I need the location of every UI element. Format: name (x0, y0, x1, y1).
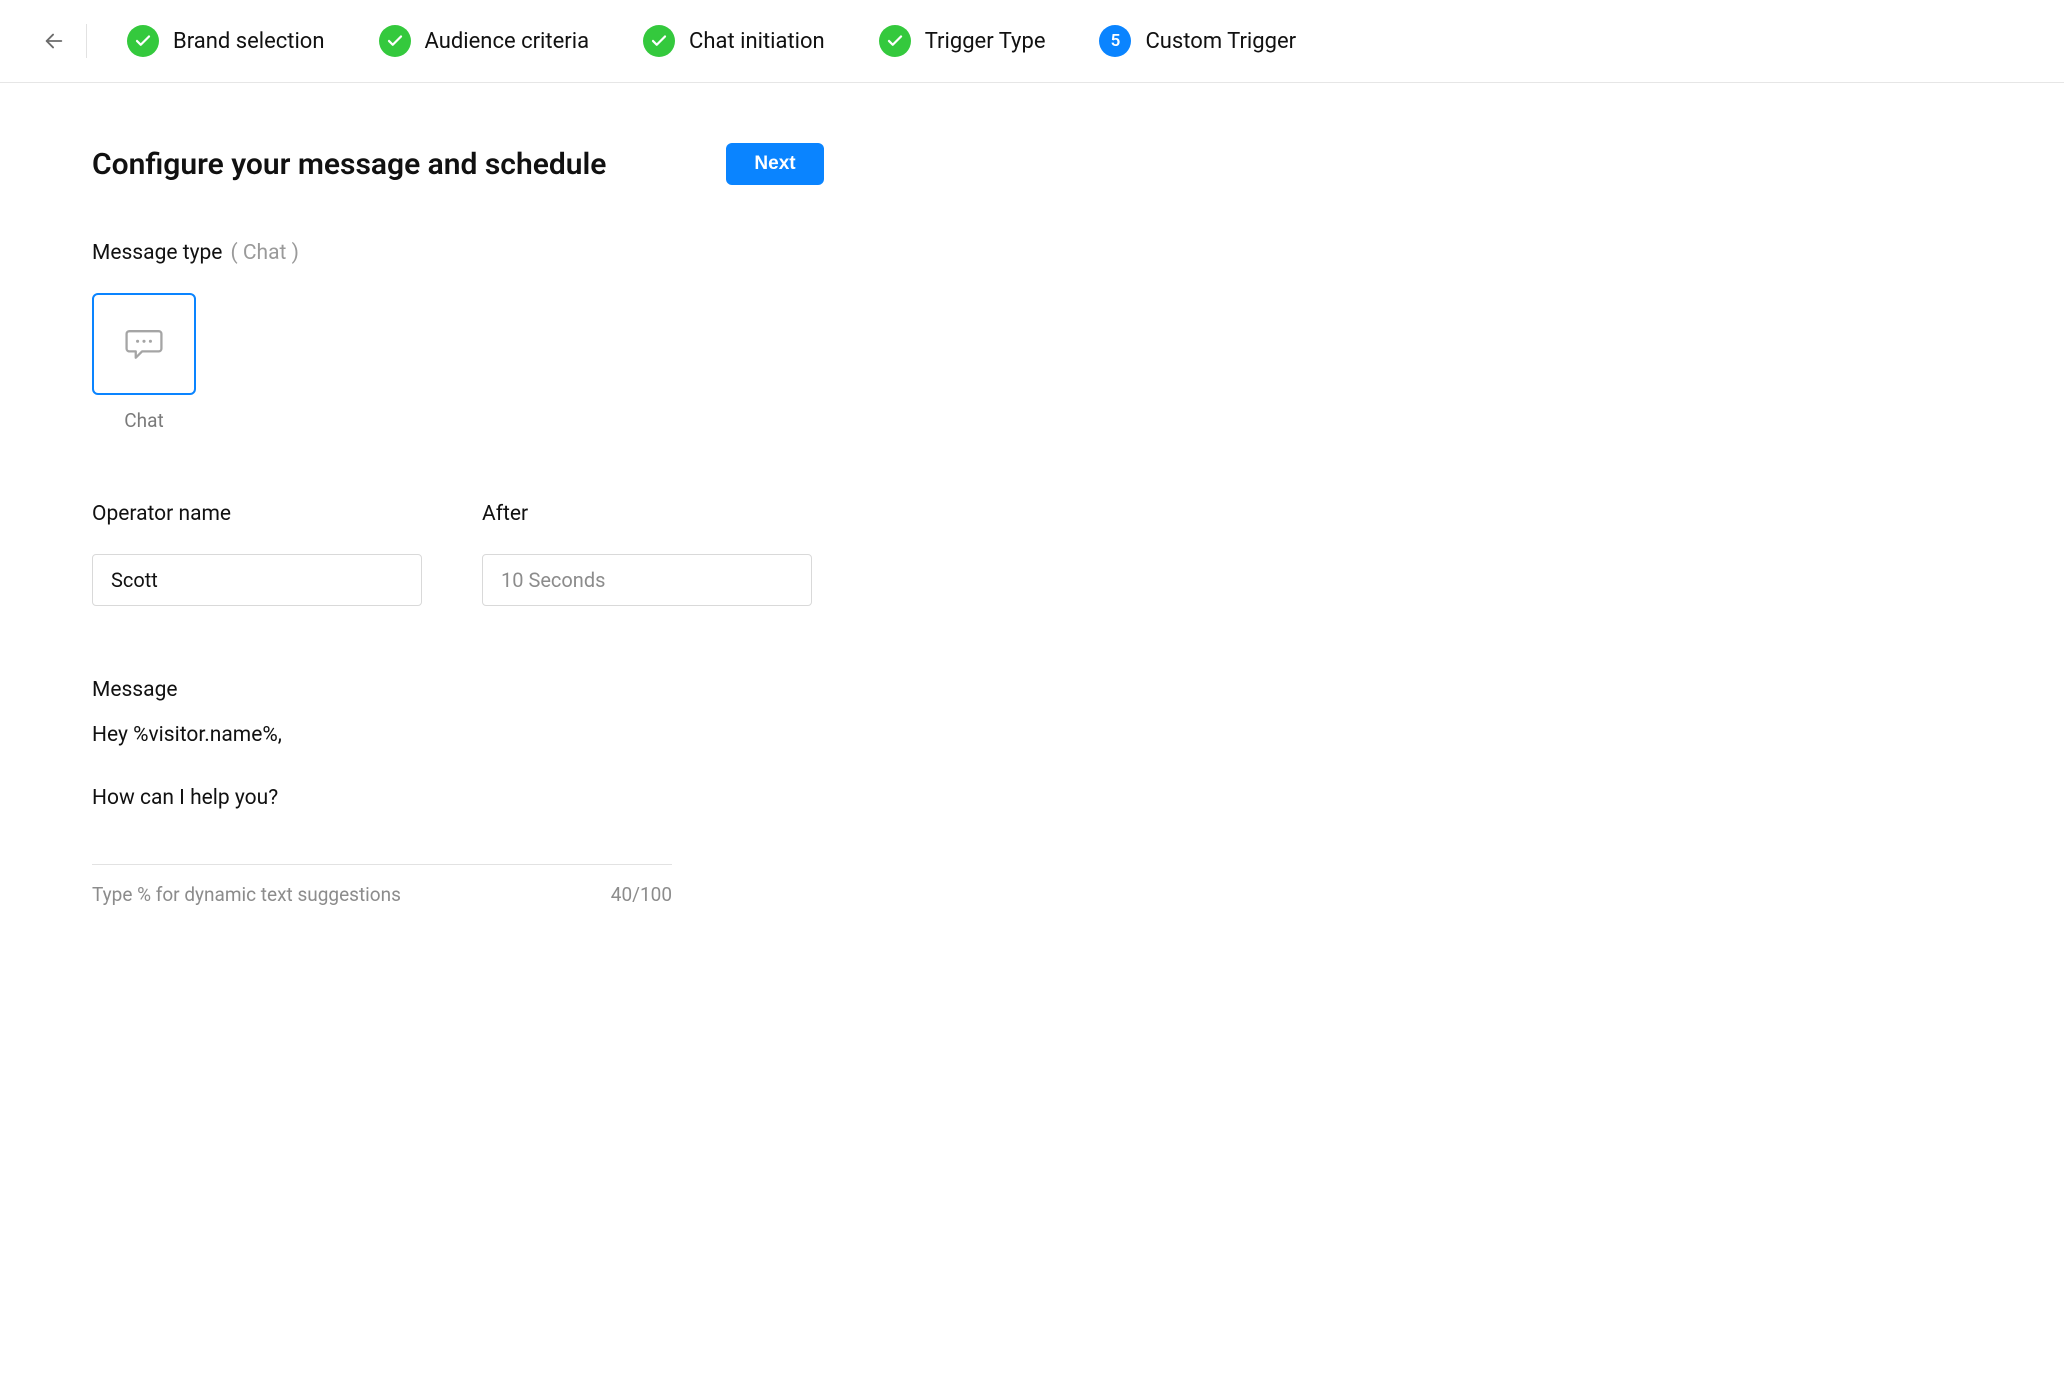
message-type-card-box (92, 293, 196, 395)
divider (86, 24, 87, 58)
message-type-options: Chat (92, 293, 1108, 432)
check-icon (386, 32, 404, 50)
main-content: Configure your message and schedule Next… (0, 83, 1200, 946)
check-icon (886, 32, 904, 50)
check-badge (379, 25, 411, 57)
message-block: Message Hey %visitor.name%, How can I he… (92, 678, 672, 906)
step-chat-initiation[interactable]: Chat initiation (643, 25, 825, 57)
message-footer: Type % for dynamic text suggestions 40/1… (92, 864, 672, 906)
step-label: Trigger Type (925, 29, 1046, 54)
check-icon (134, 32, 152, 50)
message-type-card-label: Chat (124, 409, 163, 432)
form-row: Operator name After (92, 502, 1108, 606)
message-type-label: Message type ( Chat ) (92, 241, 1108, 265)
after-label: After (482, 502, 812, 526)
step-label: Chat initiation (689, 29, 825, 54)
chat-icon (122, 322, 166, 366)
step-brand-selection[interactable]: Brand selection (127, 25, 325, 57)
message-textarea[interactable]: Hey %visitor.name%, How can I help you? (92, 720, 672, 840)
next-button[interactable]: Next (726, 143, 823, 185)
stepper-steps: Brand selection Audience criteria Chat i… (127, 25, 1296, 57)
after-field: After (482, 502, 812, 606)
check-badge (643, 25, 675, 57)
after-input[interactable] (482, 554, 812, 606)
stepper-bar: Brand selection Audience criteria Chat i… (0, 0, 2064, 83)
step-audience-criteria[interactable]: Audience criteria (379, 25, 590, 57)
message-hint: Type % for dynamic text suggestions (92, 883, 401, 906)
check-badge (879, 25, 911, 57)
check-icon (650, 32, 668, 50)
title-row: Configure your message and schedule Next (92, 143, 1108, 185)
back-button[interactable] (40, 27, 68, 55)
step-number-badge: 5 (1099, 25, 1131, 57)
step-custom-trigger[interactable]: 5 Custom Trigger (1099, 25, 1296, 57)
message-label: Message (92, 678, 672, 702)
message-type-chat[interactable]: Chat (92, 293, 196, 432)
message-type-selected: ( Chat ) (230, 241, 298, 265)
message-counter: 40/100 (611, 883, 672, 906)
operator-name-input[interactable] (92, 554, 422, 606)
step-label: Custom Trigger (1145, 29, 1296, 54)
step-trigger-type[interactable]: Trigger Type (879, 25, 1046, 57)
message-type-label-text: Message type (92, 241, 222, 265)
operator-name-field: Operator name (92, 502, 422, 606)
back-area (40, 24, 95, 58)
step-label: Brand selection (173, 29, 325, 54)
arrow-left-icon (43, 30, 65, 52)
operator-name-label: Operator name (92, 502, 422, 526)
check-badge (127, 25, 159, 57)
page-title: Configure your message and schedule (92, 147, 606, 182)
step-label: Audience criteria (425, 29, 590, 54)
